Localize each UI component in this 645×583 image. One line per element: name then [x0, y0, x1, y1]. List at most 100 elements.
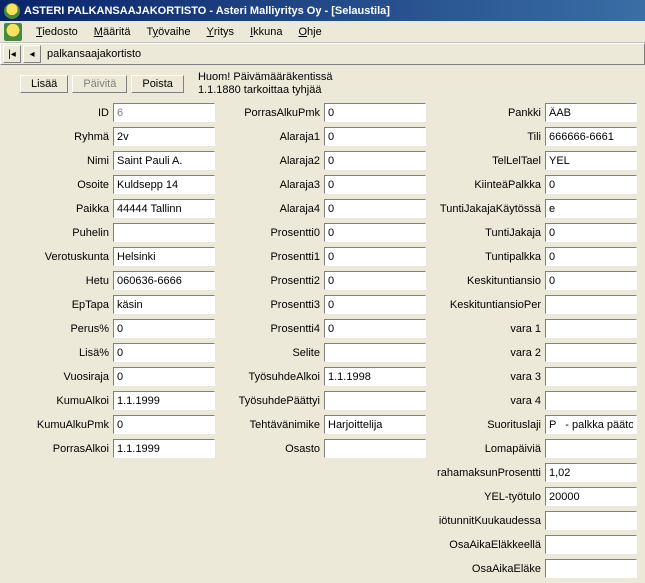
field-row-tili: Tili	[430, 126, 637, 147]
input-teht-v-nimike[interactable]	[324, 415, 426, 434]
add-button[interactable]: Lisää	[20, 75, 68, 93]
input-keskituntiansio[interactable]	[545, 271, 637, 290]
input-alaraja2[interactable]	[324, 151, 426, 170]
nav-prev-button[interactable]: ◂	[23, 45, 41, 63]
label-tuntipalkka: Tuntipalkka	[430, 251, 545, 263]
field-row-eptapa: EpTapa	[8, 294, 215, 315]
field-row-porrasalkoi: PorrasAlkoi	[8, 438, 215, 459]
child-window-icon[interactable]	[4, 23, 22, 41]
input-tuntijakaja[interactable]	[545, 223, 637, 242]
input-ryhm[interactable]	[113, 127, 215, 146]
input-vara-4[interactable]	[545, 391, 637, 410]
field-row-osasto: Osasto	[219, 438, 426, 459]
input-osaaikael-kkeell[interactable]	[545, 535, 637, 554]
label-osasto: Osasto	[219, 443, 324, 455]
input-tuntijakajak-yt-ss[interactable]	[545, 199, 637, 218]
label-yel-ty-tulo: YEL-työtulo	[430, 491, 545, 503]
field-row-prosentti4: Prosentti4	[219, 318, 426, 339]
label-prosentti1: Prosentti1	[219, 251, 324, 263]
field-row-porrasalkupmk: PorrasAlkuPmk	[219, 102, 426, 123]
input-kumualkoi[interactable]	[113, 391, 215, 410]
label-alaraja1: Alaraja1	[219, 131, 324, 143]
input-porrasalkupmk[interactable]	[324, 103, 426, 122]
label-tuntijakajak-yt-ss: TuntiJakajaKäytössä	[430, 203, 545, 215]
input-id[interactable]	[113, 103, 215, 122]
input-osaaikael-ke[interactable]	[545, 559, 637, 578]
label-osaaikael-ke: OsaAikaEläke	[430, 563, 545, 575]
input-prosentti0[interactable]	[324, 223, 426, 242]
input-tuntipalkka[interactable]	[545, 247, 637, 266]
date-hint: Huom! Päivämääräkentissä 1.1.1880 tarkoi…	[198, 71, 333, 96]
input-ty-suhdep-ttyi[interactable]	[324, 391, 426, 410]
input-perus[interactable]	[113, 319, 215, 338]
input-eptapa[interactable]	[113, 295, 215, 314]
field-row-verotuskunta: Verotuskunta	[8, 246, 215, 267]
input-suorituslaji[interactable]	[545, 415, 637, 434]
label-puhelin: Puhelin	[8, 227, 113, 239]
field-row-alaraja2: Alaraja2	[219, 150, 426, 171]
toolbar: Lisää Päivitä Poista Huom! Päivämääräken…	[8, 71, 637, 96]
field-row-tuntijakaja: TuntiJakaja	[430, 222, 637, 243]
menu-maarita[interactable]: Määritä	[86, 24, 139, 40]
field-row-suorituslaji: Suorituslaji	[430, 414, 637, 435]
input-verotuskunta[interactable]	[113, 247, 215, 266]
input-vara-3[interactable]	[545, 367, 637, 386]
input-pankki[interactable]	[545, 103, 637, 122]
input-keskituntiansioper[interactable]	[545, 295, 637, 314]
menu-ohje[interactable]: Ohje	[290, 24, 329, 40]
input-i-tunnitkuukaudessa[interactable]	[545, 511, 637, 530]
input-kumualkupmk[interactable]	[113, 415, 215, 434]
input-porrasalkoi[interactable]	[113, 439, 215, 458]
input-prosentti2[interactable]	[324, 271, 426, 290]
input-telleltael[interactable]	[545, 151, 637, 170]
input-tili[interactable]	[545, 127, 637, 146]
label-kiinte-palkka: KiinteäPalkka	[430, 179, 545, 191]
input-vara-2[interactable]	[545, 343, 637, 362]
input-yel-ty-tulo[interactable]	[545, 487, 637, 506]
menu-tiedosto[interactable]: Tiedosto	[28, 24, 86, 40]
field-row-kumualkoi: KumuAlkoi	[8, 390, 215, 411]
field-row-vara-4: vara 4	[430, 390, 637, 411]
delete-button[interactable]: Poista	[131, 75, 184, 93]
field-row-rahamaksunprosentti: rahamaksunProsentti	[430, 462, 637, 483]
input-osoite[interactable]	[113, 175, 215, 194]
input-lomap-ivi[interactable]	[545, 439, 637, 458]
input-rahamaksunprosentti[interactable]	[545, 463, 637, 482]
input-selite[interactable]	[324, 343, 426, 362]
menu-yritys[interactable]: Yritys	[199, 24, 243, 40]
input-puhelin[interactable]	[113, 223, 215, 242]
input-hetu[interactable]	[113, 271, 215, 290]
label-selite: Selite	[219, 347, 324, 359]
menu-ikkuna[interactable]: Ikkuna	[242, 24, 290, 40]
field-row-prosentti2: Prosentti2	[219, 270, 426, 291]
input-prosentti3[interactable]	[324, 295, 426, 314]
field-row-prosentti3: Prosentti3	[219, 294, 426, 315]
label-eptapa: EpTapa	[8, 299, 113, 311]
label-i-tunnitkuukaudessa: iötunnitKuukaudessa	[430, 515, 545, 527]
input-vara-1[interactable]	[545, 319, 637, 338]
nav-first-button[interactable]: |◂	[3, 45, 21, 63]
field-row-perus: Perus%	[8, 318, 215, 339]
input-alaraja3[interactable]	[324, 175, 426, 194]
field-row-vara-1: vara 1	[430, 318, 637, 339]
input-prosentti4[interactable]	[324, 319, 426, 338]
label-alaraja3: Alaraja3	[219, 179, 324, 191]
input-ty-suhdealkoi[interactable]	[324, 367, 426, 386]
input-vuosiraja[interactable]	[113, 367, 215, 386]
input-alaraja1[interactable]	[324, 127, 426, 146]
field-row-tuntipalkka: Tuntipalkka	[430, 246, 637, 267]
input-paikka[interactable]	[113, 199, 215, 218]
field-row-alaraja1: Alaraja1	[219, 126, 426, 147]
field-row-ryhm: Ryhmä	[8, 126, 215, 147]
input-lis[interactable]	[113, 343, 215, 362]
menu-tyovaihe[interactable]: Työvaihe	[139, 24, 199, 40]
field-row-ty-suhdealkoi: TyösuhdeAlkoi	[219, 366, 426, 387]
field-row-id: ID	[8, 102, 215, 123]
input-kiinte-palkka[interactable]	[545, 175, 637, 194]
input-osasto[interactable]	[324, 439, 426, 458]
input-prosentti1[interactable]	[324, 247, 426, 266]
app-icon	[4, 3, 20, 19]
input-alaraja4[interactable]	[324, 199, 426, 218]
input-nimi[interactable]	[113, 151, 215, 170]
field-row-hetu: Hetu	[8, 270, 215, 291]
